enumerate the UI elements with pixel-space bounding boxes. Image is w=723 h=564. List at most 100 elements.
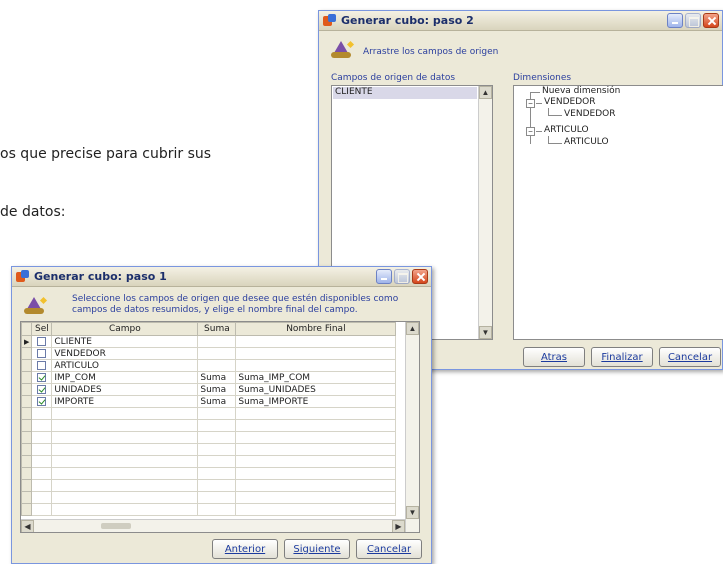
empty-cell[interactable] bbox=[31, 407, 53, 420]
sel-cell[interactable] bbox=[31, 347, 53, 360]
row-header[interactable] bbox=[21, 395, 33, 408]
scroll-thumb[interactable] bbox=[101, 523, 131, 529]
sel-checkbox[interactable] bbox=[37, 348, 47, 358]
empty-cell[interactable] bbox=[235, 407, 397, 420]
tree-node-vendedor[interactable]: VENDEDOR bbox=[544, 97, 595, 107]
tree-leaf-articulo[interactable]: ARTICULO bbox=[564, 137, 609, 147]
empty-cell[interactable] bbox=[197, 503, 237, 516]
campo-cell[interactable]: UNIDADES bbox=[51, 383, 199, 396]
campo-cell[interactable]: ARTICULO bbox=[51, 359, 199, 372]
row-header[interactable] bbox=[21, 467, 33, 480]
table-row[interactable] bbox=[21, 491, 397, 504]
empty-cell[interactable] bbox=[197, 407, 237, 420]
empty-cell[interactable] bbox=[31, 467, 53, 480]
table-row[interactable] bbox=[21, 467, 397, 480]
empty-cell[interactable] bbox=[51, 491, 199, 504]
sel-cell[interactable] bbox=[31, 383, 53, 396]
empty-cell[interactable] bbox=[235, 419, 397, 432]
tree-root-node[interactable]: Nueva dimensión bbox=[542, 86, 620, 96]
list-item[interactable]: CLIENTE bbox=[333, 87, 477, 99]
empty-cell[interactable] bbox=[235, 467, 397, 480]
row-header[interactable] bbox=[21, 503, 33, 516]
sel-checkbox[interactable] bbox=[37, 396, 47, 406]
row-header[interactable] bbox=[21, 419, 33, 432]
fields-grid[interactable]: Sel Campo Suma Nombre Final ▶ CLIENTE VEND… bbox=[20, 321, 420, 533]
row-header[interactable] bbox=[21, 371, 33, 384]
row-header[interactable]: ▶ bbox=[21, 335, 33, 348]
row-header[interactable] bbox=[21, 383, 33, 396]
cancel-button[interactable]: Cancelar bbox=[659, 347, 721, 367]
row-header[interactable] bbox=[21, 479, 33, 492]
title-bar[interactable]: Generar cubo: paso 1 bbox=[12, 267, 431, 287]
table-row[interactable] bbox=[21, 419, 397, 432]
collapse-icon[interactable]: − bbox=[526, 127, 535, 136]
title-bar[interactable]: Generar cubo: paso 2 bbox=[319, 11, 722, 31]
minimize-button[interactable] bbox=[376, 269, 392, 284]
empty-cell[interactable] bbox=[235, 443, 397, 456]
empty-cell[interactable] bbox=[31, 491, 53, 504]
suma-cell[interactable]: Suma bbox=[197, 371, 237, 384]
empty-cell[interactable] bbox=[31, 455, 53, 468]
sel-checkbox[interactable] bbox=[37, 336, 47, 346]
empty-cell[interactable] bbox=[31, 503, 53, 516]
table-row[interactable] bbox=[21, 407, 397, 420]
empty-cell[interactable] bbox=[51, 467, 199, 480]
table-row[interactable]: IMP_COM Suma Suma_IMP_COM bbox=[21, 371, 397, 384]
scroll-up-icon[interactable]: ▲ bbox=[479, 86, 492, 99]
empty-cell[interactable] bbox=[197, 431, 237, 444]
row-header[interactable] bbox=[21, 431, 33, 444]
empty-cell[interactable] bbox=[197, 419, 237, 432]
scroll-up-icon[interactable]: ▲ bbox=[406, 322, 419, 335]
table-row[interactable]: ▶ CLIENTE bbox=[21, 335, 397, 348]
sel-cell[interactable] bbox=[31, 371, 53, 384]
minimize-button[interactable] bbox=[667, 13, 683, 28]
scroll-down-icon[interactable]: ▼ bbox=[479, 326, 492, 339]
scroll-left-icon[interactable]: ◀ bbox=[21, 520, 34, 532]
nombre-final-cell[interactable]: Suma_IMP_COM bbox=[235, 371, 397, 384]
horizontal-scrollbar[interactable]: ◀ ▶ bbox=[21, 519, 405, 532]
column-header-campo[interactable]: Campo bbox=[51, 322, 199, 336]
empty-cell[interactable] bbox=[31, 443, 53, 456]
close-button[interactable] bbox=[703, 13, 719, 28]
vertical-scrollbar[interactable]: ▲ ▼ bbox=[405, 322, 419, 532]
nombre-final-cell[interactable] bbox=[235, 347, 397, 360]
row-header[interactable] bbox=[21, 407, 33, 420]
campo-cell[interactable]: CLIENTE bbox=[51, 335, 199, 348]
column-header-suma[interactable]: Suma bbox=[197, 322, 237, 336]
campo-cell[interactable]: VENDEDOR bbox=[51, 347, 199, 360]
table-row[interactable] bbox=[21, 431, 397, 444]
table-row[interactable]: VENDEDOR bbox=[21, 347, 397, 360]
table-row[interactable] bbox=[21, 503, 397, 516]
sel-checkbox[interactable] bbox=[37, 372, 47, 382]
nombre-final-cell[interactable]: Suma_IMPORTE bbox=[235, 395, 397, 408]
column-header-sel[interactable]: Sel bbox=[31, 322, 53, 336]
empty-cell[interactable] bbox=[31, 479, 53, 492]
scroll-down-icon[interactable]: ▼ bbox=[406, 506, 419, 519]
close-button[interactable] bbox=[412, 269, 428, 284]
sel-checkbox[interactable] bbox=[37, 360, 47, 370]
finish-button[interactable]: Finalizar bbox=[591, 347, 653, 367]
vertical-scrollbar[interactable]: ▲ ▼ bbox=[478, 86, 492, 339]
collapse-icon[interactable]: − bbox=[526, 99, 535, 108]
row-header[interactable] bbox=[21, 443, 33, 456]
row-header[interactable] bbox=[21, 359, 33, 372]
empty-cell[interactable] bbox=[31, 431, 53, 444]
tree-node-articulo[interactable]: ARTICULO bbox=[544, 125, 589, 135]
empty-cell[interactable] bbox=[197, 491, 237, 504]
sel-cell[interactable] bbox=[31, 335, 53, 348]
column-header-nombre-final[interactable]: Nombre Final bbox=[235, 322, 397, 336]
empty-cell[interactable] bbox=[51, 503, 199, 516]
suma-cell[interactable]: Suma bbox=[197, 395, 237, 408]
maximize-button[interactable] bbox=[685, 13, 701, 28]
nombre-final-cell[interactable] bbox=[235, 359, 397, 372]
empty-cell[interactable] bbox=[197, 455, 237, 468]
suma-cell[interactable]: Suma bbox=[197, 383, 237, 396]
empty-cell[interactable] bbox=[51, 455, 199, 468]
table-row[interactable] bbox=[21, 479, 397, 492]
empty-cell[interactable] bbox=[51, 419, 199, 432]
tree-leaf-vendedor[interactable]: VENDEDOR bbox=[564, 109, 615, 119]
cancel-button[interactable]: Cancelar bbox=[356, 539, 422, 559]
suma-cell[interactable] bbox=[197, 335, 237, 348]
suma-cell[interactable] bbox=[197, 347, 237, 360]
suma-cell[interactable] bbox=[197, 359, 237, 372]
